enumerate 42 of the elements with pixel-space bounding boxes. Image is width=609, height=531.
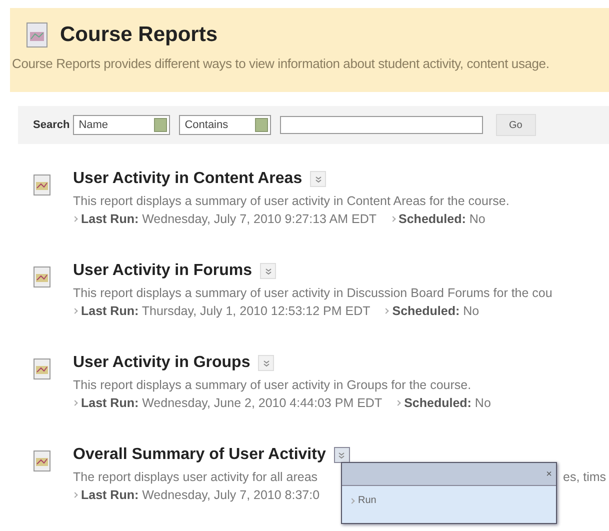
last-run-info: Last Run: Wednesday, June 2, 2010 4:44:03 PM EDT <box>81 396 382 410</box>
chevron-down-icon <box>338 452 346 458</box>
bullet-icon <box>72 400 78 406</box>
bullet-icon <box>72 492 78 498</box>
last-run-info: Last Run: Thursday, July 1, 2010 12:53:12 PM EDT <box>81 304 370 318</box>
report-title[interactable]: User Activity in Groups <box>73 354 250 372</box>
report-description: es, tims <box>563 470 606 484</box>
chevron-down-icon <box>264 268 272 274</box>
bullet-icon <box>349 498 355 504</box>
bullet-icon <box>72 308 78 314</box>
report-description: This report displays a summary of user activity in Content Areas for the course. <box>73 194 510 208</box>
page-title: Course Reports <box>60 23 218 47</box>
last-run-info: Last Run: Wednesday, July 7, 2010 9:27:13 AM EDT <box>81 212 377 226</box>
scheduled-info: Scheduled: No <box>404 396 491 410</box>
report-title[interactable]: User Activity in Content Areas <box>73 170 302 188</box>
report-description: This report displays a summary of user activity in Discussion Board Forums for the cou <box>73 286 552 300</box>
report-icon <box>33 174 51 196</box>
field-select[interactable]: Name <box>72 115 170 135</box>
menu-toggle[interactable] <box>334 447 350 463</box>
scheduled-info: Scheduled: No <box>398 212 486 226</box>
report-icon <box>26 22 48 48</box>
chevron-down-icon <box>262 360 270 366</box>
report-title[interactable]: User Activity in Forums <box>73 262 252 280</box>
report-icon <box>33 358 51 380</box>
bullet-icon <box>72 216 78 222</box>
report-description: The report displays user activity for all areas <box>73 470 319 484</box>
bullet-icon <box>395 400 401 406</box>
go-button[interactable]: Go <box>496 114 536 136</box>
search-input[interactable] <box>280 116 483 134</box>
scheduled-info: Scheduled: No <box>392 304 480 318</box>
last-run-info: Last Run: Wednesday, July 7, 2010 8:37:0 <box>81 488 320 502</box>
operator-select[interactable]: Contains <box>178 115 271 135</box>
close-button[interactable]: × <box>546 468 552 480</box>
report-description: This report displays a summary of user activity in Groups for the course. <box>73 378 472 392</box>
report-title[interactable]: Overall Summary of User Activity <box>73 446 326 464</box>
search-label: Search <box>33 119 70 131</box>
report-icon <box>33 266 51 288</box>
report-icon <box>33 450 51 472</box>
chevron-down-icon <box>314 176 322 182</box>
page-description: Course Reports provides different ways to view information about student activity, content usage. <box>12 56 550 71</box>
bullet-icon <box>383 308 390 314</box>
menu-item[interactable]: Run <box>358 495 376 506</box>
